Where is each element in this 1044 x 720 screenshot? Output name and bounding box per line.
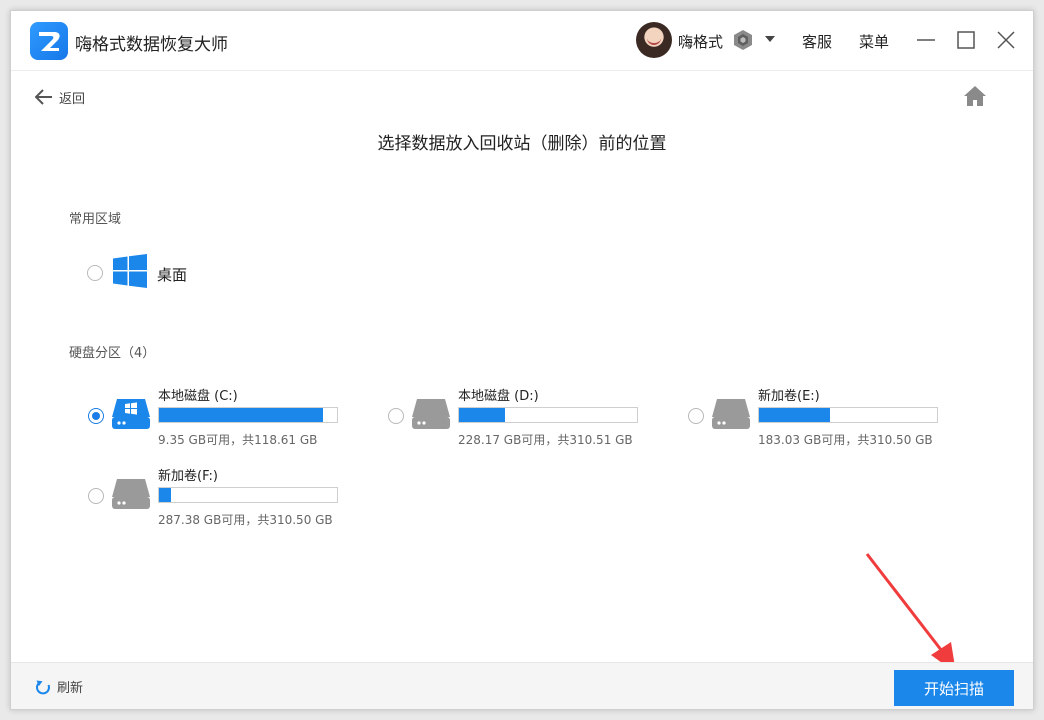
close-icon[interactable] (994, 28, 1018, 52)
drive-e[interactable]: 新加卷(E:) 183.03 GB可用，共310.50 GB (688, 383, 958, 453)
refresh-icon (36, 680, 50, 694)
hard-drive-icon (110, 477, 152, 511)
drive-usage-bar (158, 407, 338, 423)
user-avatar[interactable] (636, 22, 672, 58)
windows-logo-icon (113, 254, 147, 292)
drive-f-radio[interactable] (88, 488, 104, 504)
start-scan-button[interactable]: 开始扫描 (894, 670, 1014, 706)
maximize-icon[interactable] (954, 28, 978, 52)
app-logo-icon (30, 22, 68, 60)
partitions-label: 硬盘分区（4） (69, 346, 156, 361)
home-icon[interactable] (963, 85, 987, 107)
drive-usage-fill (159, 488, 172, 502)
drive-usage-fill (459, 408, 506, 422)
drive-space-info: 9.35 GB可用，共118.61 GB (158, 433, 318, 447)
app-window: 嗨格式数据恢复大师 嗨格式 客服 菜单 返回 选择数据放入回收站（删除）前的位置… (10, 10, 1034, 710)
page-title: 选择数据放入回收站（删除）前的位置 (377, 134, 667, 154)
drive-space-info: 183.03 GB可用，共310.50 GB (758, 433, 933, 447)
drive-usage-fill (759, 408, 831, 422)
support-link[interactable]: 客服 (802, 31, 832, 52)
drive-name: 本地磁盘 (D:) (458, 389, 539, 404)
system-drive-icon (110, 397, 152, 431)
common-area-label: 常用区域 (69, 212, 122, 227)
vip-badge-icon (732, 29, 754, 51)
refresh-button[interactable]: 刷新 (35, 677, 83, 696)
menu-link[interactable]: 菜单 (859, 31, 889, 52)
app-title: 嗨格式数据恢复大师 (75, 35, 228, 55)
drive-usage-bar (758, 407, 938, 423)
drive-name: 本地磁盘 (C:) (158, 389, 238, 404)
arrow-left-icon (35, 89, 52, 105)
drive-name: 新加卷(E:) (758, 389, 820, 404)
drive-name: 新加卷(F:) (158, 469, 218, 484)
desktop-radio[interactable] (87, 265, 103, 281)
drive-c[interactable]: 本地磁盘 (C:) 9.35 GB可用，共118.61 GB (88, 383, 358, 453)
drive-f[interactable]: 新加卷(F:) 287.38 GB可用，共310.50 GB (88, 463, 358, 533)
back-button[interactable]: 返回 (35, 87, 85, 107)
title-bar: 嗨格式数据恢复大师 嗨格式 客服 菜单 (11, 11, 1033, 71)
refresh-label: 刷新 (57, 681, 84, 696)
drive-c-radio[interactable] (88, 408, 104, 424)
drive-d-radio[interactable] (388, 408, 404, 424)
drive-usage-bar (158, 487, 338, 503)
footer-bar: 刷新 开始扫描 (11, 662, 1033, 709)
minimize-icon[interactable] (914, 28, 938, 52)
hard-drive-icon (710, 397, 752, 431)
drive-space-info: 287.38 GB可用，共310.50 GB (158, 513, 333, 527)
drive-d[interactable]: 本地磁盘 (D:) 228.17 GB可用，共310.51 GB (388, 383, 658, 453)
user-name[interactable]: 嗨格式 (678, 31, 723, 52)
annotation-arrow (865, 553, 956, 673)
drive-space-info: 228.17 GB可用，共310.51 GB (458, 433, 633, 447)
hard-drive-icon (410, 397, 452, 431)
desktop-label: 桌面 (157, 266, 188, 284)
drive-usage-bar (458, 407, 638, 423)
user-dropdown-icon[interactable] (765, 36, 775, 42)
drive-e-radio[interactable] (688, 408, 704, 424)
location-desktop[interactable]: 桌面 (87, 251, 227, 291)
back-label: 返回 (59, 91, 86, 107)
drive-usage-fill (159, 408, 323, 422)
